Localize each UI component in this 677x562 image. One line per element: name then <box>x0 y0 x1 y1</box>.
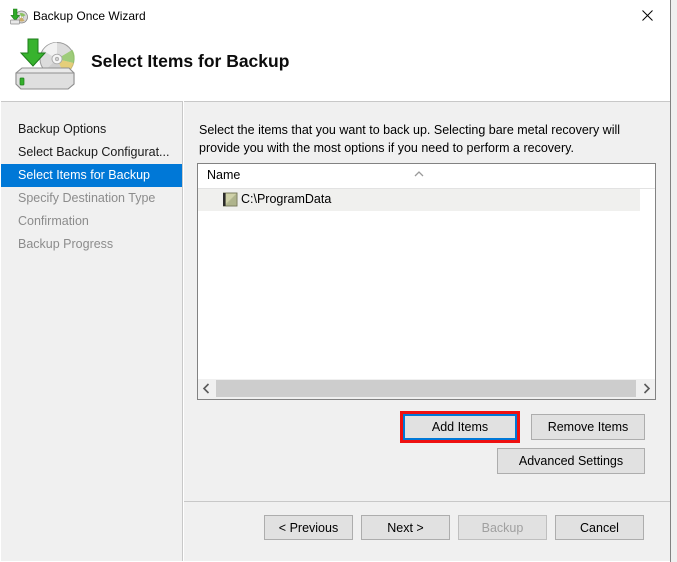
next-button[interactable]: Next > <box>361 515 450 540</box>
scroll-left-icon[interactable] <box>198 379 215 398</box>
cancel-button[interactable]: Cancel <box>555 515 644 540</box>
window-frame: Backup Once Wizard Select Items for Back… <box>0 0 671 562</box>
wizard-steps-list: Backup Options Select Backup Configurat.… <box>1 118 182 256</box>
backup-button: Backup <box>458 515 547 540</box>
list-item-label: C:\ProgramData <box>241 192 332 206</box>
window-right-gutter <box>672 0 677 562</box>
sidebar-item-backup-progress[interactable]: Backup Progress <box>1 233 182 256</box>
add-items-button[interactable]: Add Items <box>403 414 517 440</box>
sidebar-item-select-backup-configuration[interactable]: Select Backup Configurat... <box>1 141 182 164</box>
table-row[interactable]: C:\ProgramData <box>198 189 640 211</box>
previous-button[interactable]: < Previous <box>264 515 353 540</box>
scrollbar-thumb[interactable] <box>216 380 636 397</box>
window-title: Backup Once Wizard <box>33 9 146 23</box>
page-title: Select Items for Backup <box>91 51 290 71</box>
wizard-steps-sidebar: Backup Options Select Backup Configurat.… <box>1 101 183 561</box>
horizontal-scrollbar[interactable] <box>198 378 655 399</box>
sidebar-item-select-items-for-backup[interactable]: Select Items for Backup <box>1 164 182 187</box>
instruction-text: Select the items that you want to back u… <box>199 123 621 155</box>
sidebar-item-confirmation[interactable]: Confirmation <box>1 210 182 233</box>
title-bar: Backup Once Wizard <box>0 0 670 33</box>
sidebar-item-backup-options[interactable]: Backup Options <box>1 118 182 141</box>
wizard-header: Select Items for Backup <box>0 33 670 101</box>
wizard-footer: < Previous Next > Backup Cancel <box>184 501 670 561</box>
backup-items-listview[interactable]: Name C:\ProgramData <box>197 163 656 400</box>
remove-items-button[interactable]: Remove Items <box>531 414 645 440</box>
advanced-settings-button[interactable]: Advanced Settings <box>497 448 645 474</box>
content-panel: Select the items that you want to back u… <box>184 101 670 561</box>
sidebar-item-label: Select Backup Configurat... <box>18 145 170 159</box>
folder-icon <box>222 192 238 207</box>
backup-disc-icon <box>10 8 28 25</box>
listview-header: Name <box>198 164 655 189</box>
sort-ascending-chevron-icon <box>413 165 425 177</box>
sidebar-item-label: Specify Destination Type <box>18 191 156 205</box>
listview-body: C:\ProgramData <box>198 189 655 379</box>
hard-drive-disc-backup-icon <box>12 37 84 91</box>
sidebar-item-label: Backup Options <box>18 122 107 136</box>
sidebar-item-label: Confirmation <box>18 214 89 228</box>
backup-once-wizard-window: Backup Once Wizard Select Items for Back… <box>0 0 677 562</box>
sidebar-item-specify-destination-type[interactable]: Specify Destination Type <box>1 187 182 210</box>
scroll-right-icon[interactable] <box>638 379 655 398</box>
close-icon[interactable] <box>625 0 670 31</box>
column-header-name[interactable]: Name <box>207 168 240 182</box>
sidebar-item-label: Backup Progress <box>18 237 114 251</box>
sidebar-item-label: Select Items for Backup <box>18 168 151 182</box>
